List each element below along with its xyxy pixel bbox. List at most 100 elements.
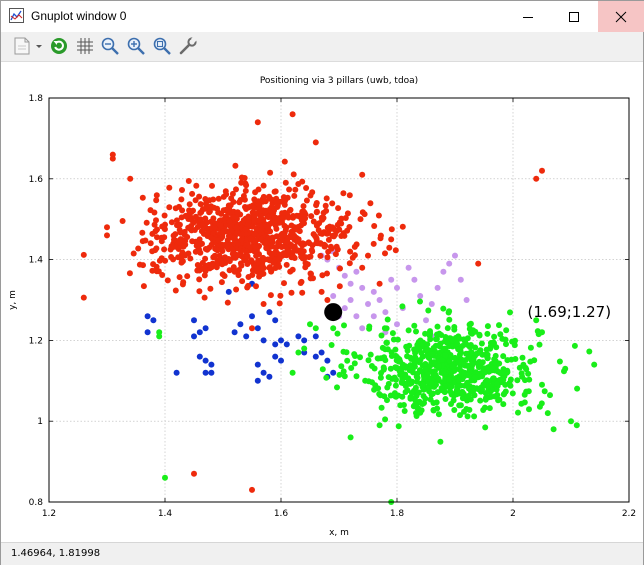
replot-button[interactable]	[48, 35, 70, 57]
zoom-fit-button[interactable]	[151, 35, 173, 57]
data-point-red	[321, 243, 328, 250]
data-point-green	[357, 354, 363, 361]
data-point-red	[220, 228, 227, 235]
data-point-blue	[318, 349, 325, 356]
data-point-green	[541, 388, 548, 395]
title-bar[interactable]: Gnuplot window 0	[1, 1, 644, 32]
data-point-green	[348, 365, 355, 371]
data-point-green	[586, 348, 593, 355]
data-point-green	[366, 325, 373, 332]
data-point-green	[341, 373, 348, 380]
data-point-violet	[341, 305, 348, 312]
settings-button[interactable]	[177, 35, 199, 57]
data-point-green	[472, 328, 479, 335]
grid-button[interactable]	[74, 35, 96, 57]
data-point-violet	[330, 293, 337, 299]
data-point-green	[402, 374, 409, 381]
close-button[interactable]	[598, 1, 644, 32]
data-point-green	[413, 410, 419, 416]
data-point-green	[500, 353, 507, 360]
data-point-red	[210, 254, 217, 261]
data-point-blue	[295, 333, 302, 340]
data-point-blue	[202, 325, 209, 332]
data-point-green	[430, 345, 437, 351]
data-point-red	[359, 264, 366, 271]
data-point-blue	[144, 329, 151, 336]
data-point-blue	[208, 369, 215, 376]
data-point-blue	[191, 317, 197, 324]
data-point-red	[332, 251, 339, 258]
data-point-blue	[283, 341, 290, 348]
export-button[interactable]	[9, 35, 45, 57]
data-point-green	[435, 411, 442, 418]
data-point-green	[591, 361, 598, 368]
data-point-red	[260, 301, 267, 307]
data-point-red	[147, 240, 154, 247]
data-point-red	[293, 212, 300, 219]
data-point-red	[197, 216, 204, 223]
data-point-green	[367, 351, 374, 358]
data-point-green	[334, 384, 340, 391]
minimize-button[interactable]	[505, 1, 551, 32]
data-point-green	[403, 343, 410, 350]
data-point-green	[432, 372, 439, 379]
maximize-button[interactable]	[551, 1, 597, 32]
settings-wrench-icon	[179, 36, 198, 55]
data-point-red	[238, 174, 245, 181]
data-point-green	[421, 400, 427, 406]
data-point-blue	[225, 288, 232, 295]
data-point-violet	[428, 301, 435, 307]
data-point-red	[260, 254, 267, 261]
data-point-red	[324, 254, 331, 261]
data-point-red	[232, 254, 239, 261]
data-point-red	[173, 217, 180, 224]
data-point-red	[196, 193, 203, 200]
data-point-green	[496, 322, 502, 329]
data-point-red	[329, 200, 336, 207]
data-point-blue	[249, 313, 255, 320]
data-point-red	[208, 234, 214, 241]
data-point-blue	[301, 337, 308, 344]
data-point-green	[521, 399, 528, 406]
zoom-out-button[interactable]	[99, 35, 121, 57]
data-point-red	[272, 265, 279, 271]
scatter-chart[interactable]: Positioning via 3 pillars (uwb, tdoa) 1.2…	[1, 62, 643, 542]
zoom-in-button[interactable]	[125, 35, 147, 57]
data-point-green	[378, 404, 385, 411]
data-point-red	[283, 239, 290, 246]
data-point-red	[340, 190, 347, 197]
data-point-red	[336, 283, 343, 290]
data-point-red	[219, 271, 226, 278]
data-point-green	[365, 357, 372, 364]
data-point-red	[191, 470, 197, 477]
data-point-red	[189, 238, 196, 245]
data-point-green	[472, 374, 479, 381]
data-point-red	[140, 283, 147, 290]
data-point-green	[514, 377, 521, 384]
plot-area[interactable]: Positioning via 3 pillars (uwb, tdoa) 1.2…	[1, 62, 643, 542]
data-point-red	[377, 232, 384, 239]
data-point-red	[265, 214, 272, 221]
data-point-green	[461, 369, 468, 376]
data-point-violet	[434, 284, 441, 291]
data-point-green	[471, 413, 478, 420]
data-point-green	[459, 388, 466, 395]
data-point-red	[161, 234, 168, 241]
data-point-red	[119, 218, 126, 224]
data-point-violet	[370, 313, 377, 320]
plot-frame	[48, 97, 630, 503]
data-point-green	[422, 366, 429, 373]
data-point-red	[288, 230, 295, 237]
data-point-red	[330, 225, 337, 232]
data-point-green	[405, 327, 412, 334]
data-point-red	[126, 270, 133, 277]
data-point-green	[466, 385, 472, 392]
data-point-green	[493, 380, 500, 387]
data-point-blue	[254, 325, 261, 332]
data-point-red	[143, 219, 150, 226]
data-point-green	[515, 409, 521, 416]
data-point-red	[104, 232, 110, 239]
data-point-red	[217, 222, 224, 229]
data-point-blue	[208, 361, 215, 368]
data-point-red	[286, 186, 293, 193]
